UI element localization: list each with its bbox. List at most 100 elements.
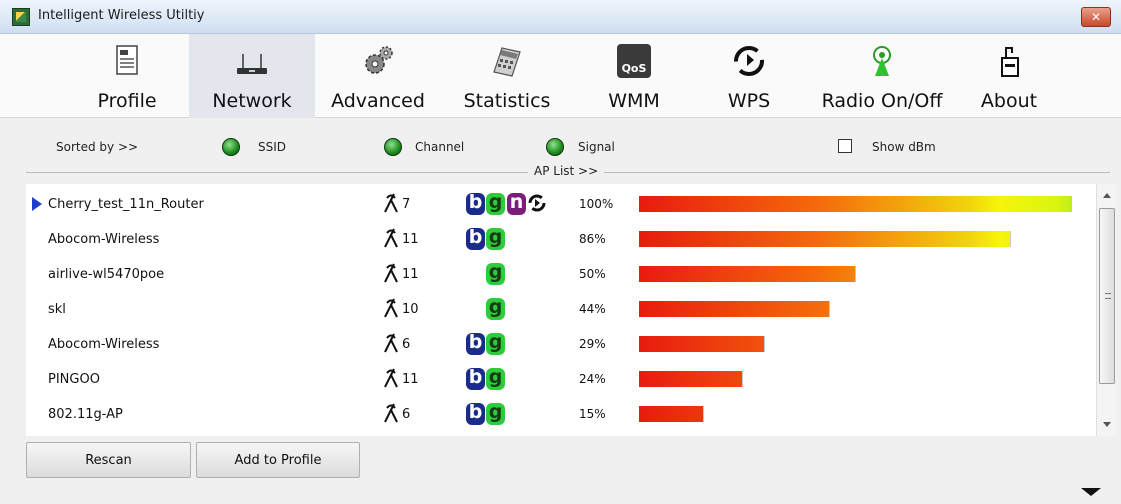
show-dbm-label: Show dBm [872, 140, 936, 154]
tab-about-label: About [980, 90, 1038, 112]
tab-advanced-label: Advanced [331, 90, 425, 112]
ap-signal-percent: 29% [579, 337, 606, 351]
mode-n-badge: n [507, 193, 526, 215]
rescan-button[interactable]: Rescan [26, 442, 191, 478]
profile-icon [116, 45, 138, 75]
sorted-by-label: Sorted by >> [56, 140, 139, 154]
mode-g-badge: g [486, 228, 505, 250]
ap-row[interactable]: Abocom-Wireless 6 b g 29% [26, 326, 1086, 361]
ap-signal-percent: 15% [579, 407, 606, 421]
tab-statistics[interactable]: Statistics [452, 34, 562, 118]
mode-b-badge: b [466, 333, 485, 355]
ap-row[interactable]: airlive-wl5470poe 11 g 50% [26, 256, 1086, 291]
ap-ssid: airlive-wl5470poe [48, 267, 165, 282]
sort-signal-radio[interactable] [546, 138, 564, 156]
ap-signal-bar [639, 371, 743, 387]
scroll-up-arrow[interactable] [1103, 193, 1111, 198]
channel-antenna-icon [382, 297, 400, 319]
mode-g-badge: g [486, 368, 505, 390]
mode-b-badge: b [466, 403, 485, 425]
ap-row[interactable]: PINGOO 11 b g 24% [26, 361, 1086, 396]
ap-channel: 11 [402, 267, 419, 282]
app-icon [12, 8, 30, 26]
expand-arrow-icon[interactable] [1081, 488, 1101, 496]
ap-signal-bar [639, 231, 1011, 247]
tab-wps[interactable]: WPS [704, 34, 794, 118]
ap-row[interactable]: 802.11g-AP 6 b g 15% [26, 396, 1086, 431]
ap-signal-bar [639, 266, 856, 282]
mode-g-badge: g [486, 333, 505, 355]
tab-wmm[interactable]: QoS WMM [586, 34, 682, 118]
selected-row-arrow-icon [32, 197, 42, 211]
sort-ssid-radio[interactable] [222, 138, 240, 156]
toolbar: Profile Network Advanced Statistics QoS [0, 34, 1121, 118]
ap-channel: 10 [402, 302, 419, 317]
tab-about[interactable]: About [964, 34, 1054, 118]
vertical-scrollbar[interactable] [1096, 184, 1116, 436]
calculator-icon [493, 47, 521, 77]
mode-g-badge: g [486, 263, 505, 285]
wps-icon [734, 46, 764, 76]
ap-ssid: skl [48, 302, 66, 317]
ap-signal-percent: 86% [579, 232, 606, 246]
channel-antenna-icon [382, 227, 400, 249]
show-dbm-checkbox[interactable] [838, 139, 852, 153]
channel-antenna-icon [382, 332, 400, 354]
title-bar: Intelligent Wireless Utiltiy ✕ [0, 0, 1121, 34]
close-button[interactable]: ✕ [1081, 7, 1111, 27]
tab-radio-label: Radio On/Off [821, 90, 943, 112]
mode-b-badge: b [466, 228, 485, 250]
ap-channel: 11 [402, 372, 419, 387]
mode-g-badge: g [486, 403, 505, 425]
add-to-profile-button[interactable]: Add to Profile [196, 442, 360, 478]
wps-icon [528, 193, 546, 215]
channel-antenna-icon [382, 192, 400, 214]
sort-ssid-label: SSID [258, 140, 287, 154]
tab-profile-label: Profile [97, 90, 157, 112]
tab-advanced[interactable]: Advanced [326, 34, 430, 118]
scroll-grip [1105, 293, 1111, 299]
scroll-down-arrow[interactable] [1103, 422, 1111, 427]
ap-channel: 6 [402, 337, 411, 352]
channel-antenna-icon [382, 402, 400, 424]
ap-row[interactable]: Abocom-Wireless 11 b g 86% [26, 221, 1086, 256]
tab-statistics-label: Statistics [463, 90, 551, 112]
ap-ssid: Abocom-Wireless [48, 232, 160, 247]
ap-signal-percent: 44% [579, 302, 606, 316]
ap-ssid: PINGOO [48, 372, 100, 387]
ap-ssid: Abocom-Wireless [48, 337, 160, 352]
ap-channel: 11 [402, 232, 419, 247]
qos-icon-text: QoS [621, 62, 647, 75]
ap-signal-bar [639, 196, 1072, 212]
about-icon [1001, 47, 1019, 77]
ap-signal-percent: 100% [579, 197, 614, 211]
sort-channel-radio[interactable] [384, 138, 402, 156]
mode-g-badge: g [486, 298, 505, 320]
ap-list[interactable]: Cherry_test_11n_Router 7 b g n 100% Abocom-Wir… [26, 184, 1116, 436]
mode-b-badge: b [466, 368, 485, 390]
ap-channel: 6 [402, 407, 411, 422]
ap-channel: 7 [402, 197, 411, 212]
ap-ssid: Cherry_test_11n_Router [48, 197, 204, 212]
tab-wps-label: WPS [727, 90, 771, 112]
ap-list-caption: AP List >> [528, 164, 605, 178]
tab-wmm-label: WMM [608, 90, 660, 112]
ap-signal-bar [639, 336, 765, 352]
window-title: Intelligent Wireless Utiltiy [38, 8, 205, 23]
sort-bar: Sorted by >> SSID Channel Signal Show dB… [0, 130, 1121, 160]
gears-icon [365, 46, 393, 74]
qos-icon: QoS [617, 44, 651, 78]
tab-radio-on-off[interactable]: Radio On/Off [812, 34, 952, 118]
mode-g-badge: g [486, 193, 505, 215]
ap-row[interactable]: Cherry_test_11n_Router 7 b g n 100% [26, 186, 1086, 221]
tab-profile[interactable]: Profile [74, 34, 180, 118]
sort-signal-label: Signal [578, 140, 615, 154]
radio-antenna-icon [873, 46, 891, 76]
scroll-thumb[interactable] [1099, 208, 1115, 384]
sort-channel-label: Channel [415, 140, 465, 154]
channel-antenna-icon [382, 367, 400, 389]
ap-ssid: 802.11g-AP [48, 407, 123, 422]
ap-row[interactable]: skl 10 g 44% [26, 291, 1086, 326]
ap-signal-percent: 24% [579, 372, 606, 386]
tab-network[interactable]: Network [189, 34, 315, 118]
